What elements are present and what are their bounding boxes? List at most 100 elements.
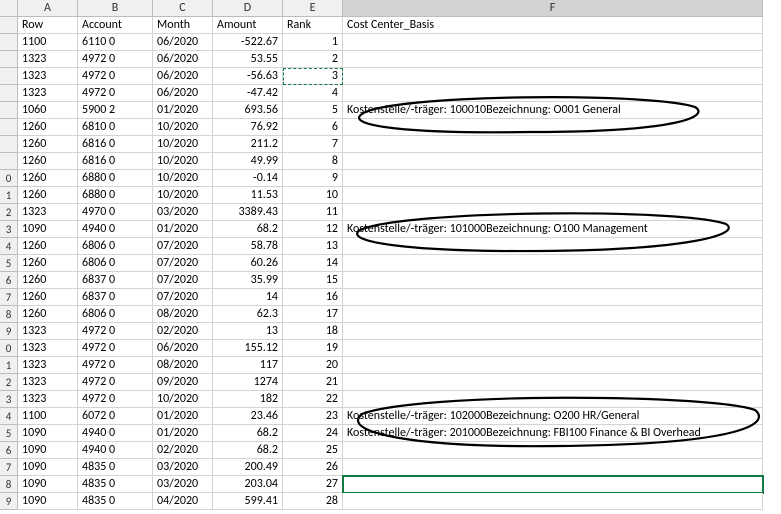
cell-E[interactable]: 6 bbox=[283, 119, 343, 136]
cell-D[interactable]: 53.55 bbox=[213, 51, 283, 68]
cell-D[interactable]: 693.56 bbox=[213, 102, 283, 119]
cell-A[interactable]: 1260 bbox=[18, 272, 78, 289]
cell-E[interactable]: 1 bbox=[283, 34, 343, 51]
cell-D[interactable]: 155.12 bbox=[213, 340, 283, 357]
cell-D[interactable]: 68.2 bbox=[213, 442, 283, 459]
cell-F[interactable] bbox=[343, 272, 763, 289]
row-header[interactable]: 6 bbox=[0, 272, 18, 289]
cell-F[interactable] bbox=[343, 187, 763, 204]
row-header[interactable]: 1 bbox=[0, 357, 18, 374]
row-header[interactable]: 3 bbox=[0, 221, 18, 238]
cell-F[interactable]: Kostenstelle/-träger: 101000Bezeichnung:… bbox=[343, 221, 763, 238]
cell-B[interactable]: 4972 0 bbox=[78, 323, 153, 340]
cell-D[interactable]: -47.42 bbox=[213, 85, 283, 102]
cell-F[interactable] bbox=[343, 442, 763, 459]
cell-A[interactable]: 1260 bbox=[18, 255, 78, 272]
cell-B[interactable]: 4972 0 bbox=[78, 357, 153, 374]
cell-E[interactable]: 16 bbox=[283, 289, 343, 306]
cell-D[interactable]: 62.3 bbox=[213, 306, 283, 323]
cell-E[interactable]: 4 bbox=[283, 85, 343, 102]
cell-E[interactable]: 15 bbox=[283, 272, 343, 289]
cell-B[interactable]: 6072 0 bbox=[78, 408, 153, 425]
cell-B[interactable]: 6837 0 bbox=[78, 289, 153, 306]
cell-E[interactable]: 19 bbox=[283, 340, 343, 357]
cell-E[interactable]: 27 bbox=[283, 476, 343, 493]
cell-F[interactable] bbox=[343, 204, 763, 221]
cell-A[interactable]: 1323 bbox=[18, 357, 78, 374]
cell-C[interactable]: 10/2020 bbox=[153, 187, 213, 204]
cell-A[interactable]: 1090 bbox=[18, 221, 78, 238]
select-all-corner[interactable] bbox=[0, 0, 18, 17]
row-header[interactable]: 7 bbox=[0, 459, 18, 476]
cell-B[interactable]: 4970 0 bbox=[78, 204, 153, 221]
row-header[interactable]: 2 bbox=[0, 204, 18, 221]
cell-A[interactable]: 1323 bbox=[18, 204, 78, 221]
cell-A[interactable]: 1090 bbox=[18, 442, 78, 459]
cell-B[interactable]: 6806 0 bbox=[78, 255, 153, 272]
cell-B[interactable]: 4972 0 bbox=[78, 391, 153, 408]
cell-A[interactable]: 1260 bbox=[18, 170, 78, 187]
cell-D[interactable]: -522.67 bbox=[213, 34, 283, 51]
cell-C[interactable]: 06/2020 bbox=[153, 68, 213, 85]
cell-E[interactable]: 24 bbox=[283, 425, 343, 442]
row-header[interactable]: 6 bbox=[0, 442, 18, 459]
header-cell-E[interactable]: Rank bbox=[283, 17, 343, 34]
cell-B[interactable]: 6810 0 bbox=[78, 119, 153, 136]
cell-C[interactable]: 02/2020 bbox=[153, 442, 213, 459]
cell-D[interactable]: 23.46 bbox=[213, 408, 283, 425]
cell-B[interactable]: 6837 0 bbox=[78, 272, 153, 289]
cell-A[interactable]: 1090 bbox=[18, 493, 78, 510]
row-header[interactable]: 0 bbox=[0, 170, 18, 187]
cell-D[interactable]: 1274 bbox=[213, 374, 283, 391]
cell-E[interactable]: 13 bbox=[283, 238, 343, 255]
cell-C[interactable]: 07/2020 bbox=[153, 272, 213, 289]
cell-C[interactable]: 03/2020 bbox=[153, 204, 213, 221]
cell-C[interactable]: 06/2020 bbox=[153, 85, 213, 102]
cell-C[interactable]: 04/2020 bbox=[153, 493, 213, 510]
cell-A[interactable]: 1100 bbox=[18, 408, 78, 425]
cell-C[interactable]: 08/2020 bbox=[153, 306, 213, 323]
cell-B[interactable]: 4972 0 bbox=[78, 68, 153, 85]
row-header[interactable] bbox=[0, 85, 18, 102]
cell-D[interactable]: 35.99 bbox=[213, 272, 283, 289]
cell-A[interactable]: 1060 bbox=[18, 102, 78, 119]
cell-E[interactable]: 2 bbox=[283, 51, 343, 68]
row-header[interactable]: 7 bbox=[0, 289, 18, 306]
cell-F[interactable] bbox=[343, 306, 763, 323]
row-header[interactable]: 4 bbox=[0, 238, 18, 255]
cell-B[interactable]: 6880 0 bbox=[78, 187, 153, 204]
row-header[interactable]: 8 bbox=[0, 476, 18, 493]
cell-C[interactable]: 01/2020 bbox=[153, 425, 213, 442]
row-header[interactable]: 4 bbox=[0, 408, 18, 425]
cell-D[interactable]: 14 bbox=[213, 289, 283, 306]
cell-F[interactable] bbox=[343, 476, 763, 493]
cell-C[interactable]: 03/2020 bbox=[153, 459, 213, 476]
cell-A[interactable]: 1100 bbox=[18, 34, 78, 51]
cell-A[interactable]: 1260 bbox=[18, 238, 78, 255]
cell-C[interactable]: 10/2020 bbox=[153, 119, 213, 136]
cell-C[interactable]: 07/2020 bbox=[153, 238, 213, 255]
cell-C[interactable]: 10/2020 bbox=[153, 153, 213, 170]
cell-C[interactable]: 03/2020 bbox=[153, 476, 213, 493]
cell-A[interactable]: 1090 bbox=[18, 459, 78, 476]
header-cell-C[interactable]: Month bbox=[153, 17, 213, 34]
cell-A[interactable]: 1323 bbox=[18, 68, 78, 85]
cell-E[interactable]: 7 bbox=[283, 136, 343, 153]
cell-C[interactable]: 01/2020 bbox=[153, 221, 213, 238]
cell-F[interactable] bbox=[343, 255, 763, 272]
cell-F[interactable] bbox=[343, 289, 763, 306]
cell-D[interactable]: 68.2 bbox=[213, 425, 283, 442]
cell-D[interactable]: 49.99 bbox=[213, 153, 283, 170]
cell-D[interactable]: -0.14 bbox=[213, 170, 283, 187]
row-header[interactable]: 9 bbox=[0, 323, 18, 340]
cell-D[interactable]: 203.04 bbox=[213, 476, 283, 493]
spreadsheet-grid[interactable]: ABCDEFRowAccountMonthAmountRankCost Cent… bbox=[0, 0, 781, 510]
cell-C[interactable]: 06/2020 bbox=[153, 51, 213, 68]
cell-A[interactable]: 1323 bbox=[18, 391, 78, 408]
cell-C[interactable]: 10/2020 bbox=[153, 391, 213, 408]
cell-D[interactable]: 599.41 bbox=[213, 493, 283, 510]
cell-F[interactable] bbox=[343, 391, 763, 408]
cell-E[interactable]: 11 bbox=[283, 204, 343, 221]
cell-A[interactable]: 1090 bbox=[18, 425, 78, 442]
cell-F[interactable] bbox=[343, 357, 763, 374]
